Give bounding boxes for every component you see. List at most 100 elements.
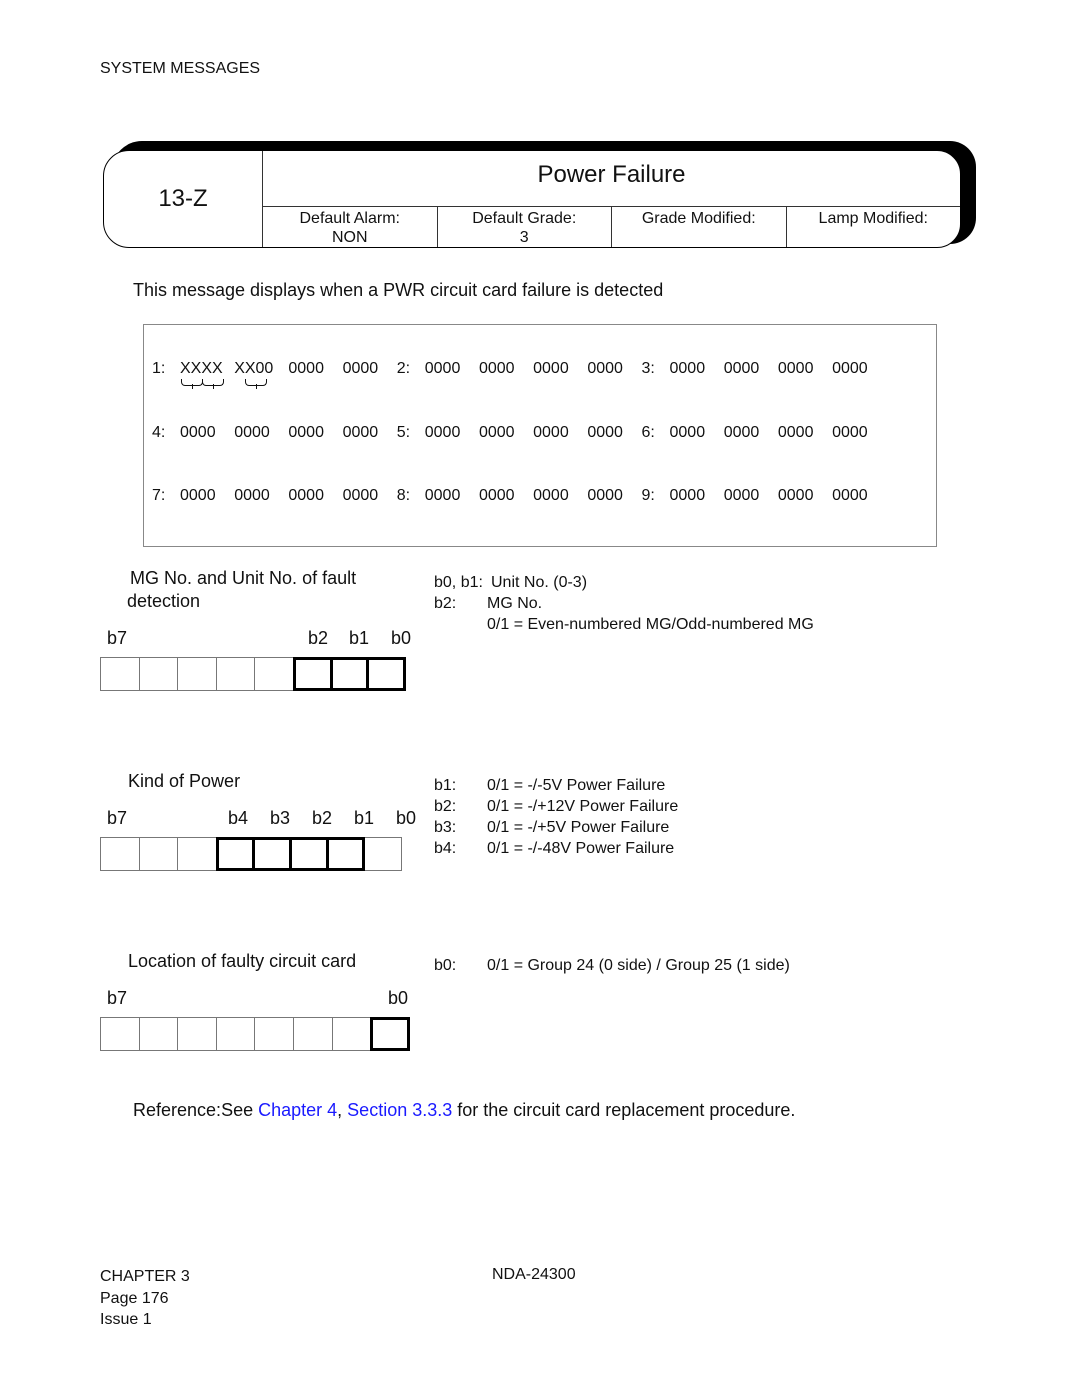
field-title: Location of faulty circuit card bbox=[128, 951, 357, 971]
reference-prefix: Reference: bbox=[133, 1100, 222, 1120]
data-group: 7: 0000 0000 0000 0000 bbox=[152, 487, 397, 505]
data-word: XXXX bbox=[180, 360, 223, 377]
bit-cell-b0 bbox=[370, 1017, 410, 1051]
byte-brace-marker bbox=[245, 379, 267, 389]
data-group-label: 9: bbox=[641, 487, 655, 504]
bit-cell-b6 bbox=[138, 837, 179, 871]
data-group-label: 6: bbox=[641, 424, 655, 441]
data-word: 0000 bbox=[288, 424, 324, 441]
data-word: 0000 bbox=[478, 360, 515, 377]
default-grade-cell: Default Grade: 3 bbox=[438, 207, 612, 247]
attr-value: 3 bbox=[519, 229, 529, 246]
default-alarm-cell: Default Alarm: NON bbox=[263, 207, 438, 247]
bit-label: b1 bbox=[349, 628, 370, 648]
data-word: XX00 bbox=[234, 360, 274, 377]
bit-cell-b3 bbox=[252, 837, 292, 871]
data-word: 0000 bbox=[342, 424, 379, 441]
data-word: 0000 bbox=[723, 360, 760, 377]
bit-cell-b4 bbox=[215, 837, 256, 871]
footer-doc-number: NDA-24300 bbox=[492, 1266, 576, 1283]
field-description: b0: 0/1 = Group 24 (0 side) / Group 25 (1… bbox=[434, 955, 790, 976]
data-word: 0000 bbox=[533, 487, 569, 504]
desc-line: b1: 0/1 = -/-5V Power Failure bbox=[434, 775, 678, 796]
data-word: 0000 bbox=[288, 360, 324, 377]
data-word: 0000 bbox=[424, 487, 461, 504]
bit-cell-b4 bbox=[215, 657, 256, 691]
bit-cell-b7 bbox=[100, 1017, 140, 1051]
bit-cell-b4 bbox=[215, 1017, 256, 1051]
bit-cell-b6 bbox=[138, 657, 179, 691]
message-data-box: 1: XXXX XX00 0000 0000 2: 0000 0000 0000 0000 3: 00… bbox=[143, 324, 937, 547]
bit-cell-b2 bbox=[292, 657, 333, 691]
bit-label: b2 bbox=[312, 808, 333, 828]
footer-left: CHAPTER 3 Page 176 Issue 1 bbox=[100, 1266, 190, 1331]
desc-line: b2: 0/1 = -/+12V Power Failure bbox=[434, 796, 678, 817]
byte-brace-marker bbox=[202, 379, 224, 389]
data-group: 6: 0000 0000 0000 0000 bbox=[642, 424, 887, 442]
data-word: 0000 bbox=[180, 487, 216, 504]
byte-brace-marker bbox=[181, 379, 203, 389]
data-word: 0000 bbox=[587, 487, 623, 504]
data-word: 0000 bbox=[424, 360, 461, 377]
desc-line: b2: MG No. bbox=[434, 593, 814, 614]
desc-line: b3: 0/1 = -/+5V Power Failure bbox=[434, 817, 678, 838]
data-group: 2: 0000 0000 0000 0000 bbox=[397, 360, 642, 378]
desc-key: b3: bbox=[434, 819, 457, 836]
section-link[interactable]: Section 3.3.3 bbox=[347, 1100, 452, 1120]
bit-label: b0 bbox=[396, 808, 417, 828]
data-word: 0000 bbox=[533, 360, 569, 377]
data-word: 0000 bbox=[342, 487, 379, 504]
bit-cell-b2 bbox=[288, 837, 329, 871]
footer-chapter: CHAPTER 3 bbox=[100, 1268, 190, 1285]
attribute-row: Default Alarm: NON Default Grade: 3 Grad… bbox=[263, 206, 960, 247]
desc-line: 0/1 = Even-numbered MG/Odd-numbered MG bbox=[434, 614, 814, 635]
data-word: 0000 bbox=[587, 360, 623, 377]
data-group: 5: 0000 0000 0000 0000 bbox=[397, 424, 642, 442]
desc-line: b0: 0/1 = Group 24 (0 side) / Group 25 (1… bbox=[434, 955, 790, 976]
bit-label: b7 bbox=[107, 988, 128, 1008]
data-group: 8: 0000 0000 0000 0000 bbox=[397, 487, 642, 505]
field-description: b1: 0/1 = -/-5V Power Failure b2: 0/1 = -/… bbox=[434, 775, 678, 859]
attr-label: Default Grade: bbox=[472, 210, 577, 227]
data-word: 0000 bbox=[234, 487, 270, 504]
field-title: Kind of Power bbox=[128, 771, 241, 791]
bit-label: b3 bbox=[270, 808, 291, 828]
data-group: 4: 0000 0000 0000 0000 bbox=[152, 424, 397, 442]
desc-text: 0/1 = -/-5V Power Failure bbox=[487, 777, 666, 794]
bit-cell-b1 bbox=[331, 1017, 372, 1051]
bit-label: b0 bbox=[388, 988, 409, 1008]
data-word: 0000 bbox=[587, 424, 623, 441]
desc-key: b4: bbox=[434, 840, 457, 857]
desc-line: b0, b1: Unit No. (0-3) bbox=[434, 572, 814, 593]
field-title-cont: detection bbox=[127, 591, 201, 611]
message-title: Power Failure bbox=[537, 161, 686, 188]
chapter-link[interactable]: Chapter 4 bbox=[258, 1100, 337, 1120]
bit-cell-b3 bbox=[254, 1017, 294, 1051]
desc-text: 0/1 = -/-48V Power Failure bbox=[487, 840, 675, 857]
data-word: 0000 bbox=[533, 424, 569, 441]
data-group: 3: 0000 0000 0000 0000 bbox=[642, 360, 887, 378]
bit-cell-b7 bbox=[100, 837, 140, 871]
data-word: 0000 bbox=[777, 424, 814, 441]
data-word: 0000 bbox=[777, 360, 814, 377]
data-line: 1: XXXX XX00 0000 0000 2: 0000 0000 0000 0000 3: 00… bbox=[152, 360, 886, 378]
data-group-label: 1: bbox=[152, 360, 166, 377]
bit-cell-b3 bbox=[254, 657, 294, 691]
running-header: SYSTEM MESSAGES bbox=[100, 60, 261, 77]
bit-cell-b2 bbox=[292, 1017, 333, 1051]
reference-see: See bbox=[221, 1100, 259, 1120]
message-code-cell: 13-Z bbox=[104, 151, 263, 247]
data-word: 0000 bbox=[478, 424, 515, 441]
lamp-modified-cell: Lamp Modified: bbox=[787, 207, 961, 247]
bit-cell-b5 bbox=[177, 837, 217, 871]
data-group: 1: XXXX XX00 0000 0000 bbox=[152, 360, 397, 378]
data-word: 0000 bbox=[723, 487, 760, 504]
data-group: 9: 0000 0000 0000 0000 bbox=[642, 487, 887, 505]
data-line: 4: 0000 0000 0000 0000 5: 0000 0000 0000 0000 6: 00… bbox=[152, 424, 886, 442]
desc-text: 0/1 = -/+5V Power Failure bbox=[487, 819, 670, 836]
data-word: 0000 bbox=[478, 487, 515, 504]
data-word: 0000 bbox=[832, 360, 868, 377]
bit-label: b4 bbox=[228, 808, 249, 828]
bit-cell-b0 bbox=[366, 657, 406, 691]
data-word: 0000 bbox=[424, 424, 461, 441]
